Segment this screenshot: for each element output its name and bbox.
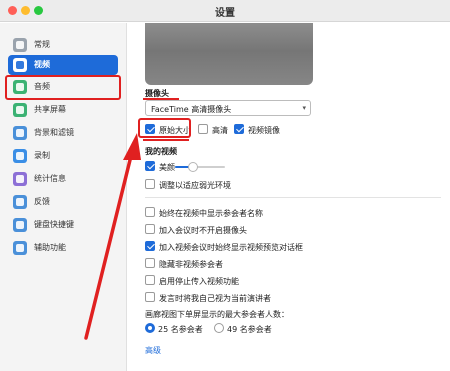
sidebar: 常规 视频 音频 共享屏幕 背景和滤镜 录制 统计信息 反馈 键盘快捷键 辅助功… bbox=[0, 23, 127, 371]
option-checkbox[interactable] bbox=[145, 258, 155, 268]
gallery-49-radio[interactable] bbox=[214, 323, 224, 333]
mirror-video-label: 视频镜像 bbox=[248, 126, 280, 135]
video-camera-icon bbox=[13, 58, 27, 72]
sidebar-item-label: 共享屏幕 bbox=[34, 105, 66, 114]
camera-preview bbox=[145, 23, 313, 85]
camera-select[interactable]: FaceTime 高清摄像头 ▾ bbox=[145, 100, 311, 116]
sidebar-item-background[interactable]: 背景和滤镜 bbox=[8, 123, 118, 143]
beautify-checkbox[interactable] bbox=[145, 161, 155, 171]
gallery-25-radio[interactable] bbox=[145, 323, 155, 333]
mirror-video-checkbox[interactable] bbox=[234, 124, 244, 134]
gear-icon bbox=[13, 38, 27, 52]
low-light-label: 调整以适应弱光环境 bbox=[159, 181, 231, 190]
beautify-label: 美颜 bbox=[159, 163, 175, 172]
option-checkbox[interactable] bbox=[145, 241, 155, 251]
low-light-checkbox[interactable] bbox=[145, 179, 155, 189]
window-title: 设置 bbox=[215, 8, 235, 19]
sidebar-item-accessibility[interactable]: 辅助功能 bbox=[8, 238, 118, 258]
gallery-25-label: 25 名参会者 bbox=[158, 325, 203, 334]
sidebar-item-recording[interactable]: 录制 bbox=[8, 146, 118, 166]
sidebar-item-label: 统计信息 bbox=[34, 174, 66, 183]
beautify-slider[interactable] bbox=[175, 162, 225, 172]
option-label: 发言时将我自己视为当前演讲者 bbox=[159, 294, 271, 303]
annotation-highlight-box bbox=[138, 118, 191, 138]
background-filter-icon bbox=[13, 126, 27, 140]
sidebar-item-label: 键盘快捷键 bbox=[34, 220, 74, 229]
camera-select-value: FaceTime 高清摄像头 bbox=[151, 105, 232, 114]
hd-label: 高清 bbox=[212, 126, 228, 135]
sidebar-item-statistics[interactable]: 统计信息 bbox=[8, 169, 118, 189]
accessibility-icon bbox=[13, 241, 27, 255]
hd-checkbox[interactable] bbox=[198, 124, 208, 134]
statistics-icon bbox=[13, 172, 27, 186]
sidebar-item-label: 背景和滤镜 bbox=[34, 128, 74, 137]
option-label: 隐藏非视频参会者 bbox=[159, 260, 223, 269]
annotation-highlight-box bbox=[5, 75, 121, 100]
option-checkbox[interactable] bbox=[145, 275, 155, 285]
gallery-view-question: 画廊视图下单屏显示的最大参会者人数： bbox=[145, 310, 289, 319]
feedback-icon bbox=[13, 195, 27, 209]
my-video-section-title: 我的视频 bbox=[145, 147, 177, 156]
sidebar-item-keyboard[interactable]: 键盘快捷键 bbox=[8, 215, 118, 235]
option-label: 加入视频会议时始终显示视频预览对话框 bbox=[159, 243, 303, 252]
sidebar-item-label: 视频 bbox=[34, 60, 50, 69]
option-label: 始终在视频中显示参会者名称 bbox=[159, 209, 263, 218]
sidebar-item-label: 反馈 bbox=[34, 197, 50, 206]
option-checkbox[interactable] bbox=[145, 207, 155, 217]
record-icon bbox=[13, 149, 27, 163]
option-checkbox[interactable] bbox=[145, 224, 155, 234]
advanced-link[interactable]: 高级 bbox=[145, 345, 161, 356]
sidebar-item-label: 录制 bbox=[34, 151, 50, 160]
option-label: 加入会议时不开启摄像头 bbox=[159, 226, 247, 235]
beautify-slider-thumb[interactable] bbox=[187, 162, 198, 172]
option-label: 启用停止传入视频功能 bbox=[159, 277, 239, 286]
sidebar-item-video[interactable]: 视频 bbox=[8, 55, 118, 75]
annotation-underline bbox=[143, 139, 189, 141]
sidebar-item-general[interactable]: 常规 bbox=[8, 35, 118, 55]
section-divider bbox=[145, 197, 441, 198]
share-screen-icon bbox=[13, 103, 27, 117]
keyboard-icon bbox=[13, 218, 27, 232]
sidebar-item-feedback[interactable]: 反馈 bbox=[8, 192, 118, 212]
sidebar-item-label: 常规 bbox=[34, 40, 50, 49]
title-bar: 设置 bbox=[0, 0, 450, 22]
sidebar-item-share-screen[interactable]: 共享屏幕 bbox=[8, 100, 118, 120]
sidebar-item-label: 辅助功能 bbox=[34, 243, 66, 252]
chevron-down-icon: ▾ bbox=[302, 104, 306, 112]
gallery-49-label: 49 名参会者 bbox=[227, 325, 272, 334]
option-checkbox[interactable] bbox=[145, 292, 155, 302]
